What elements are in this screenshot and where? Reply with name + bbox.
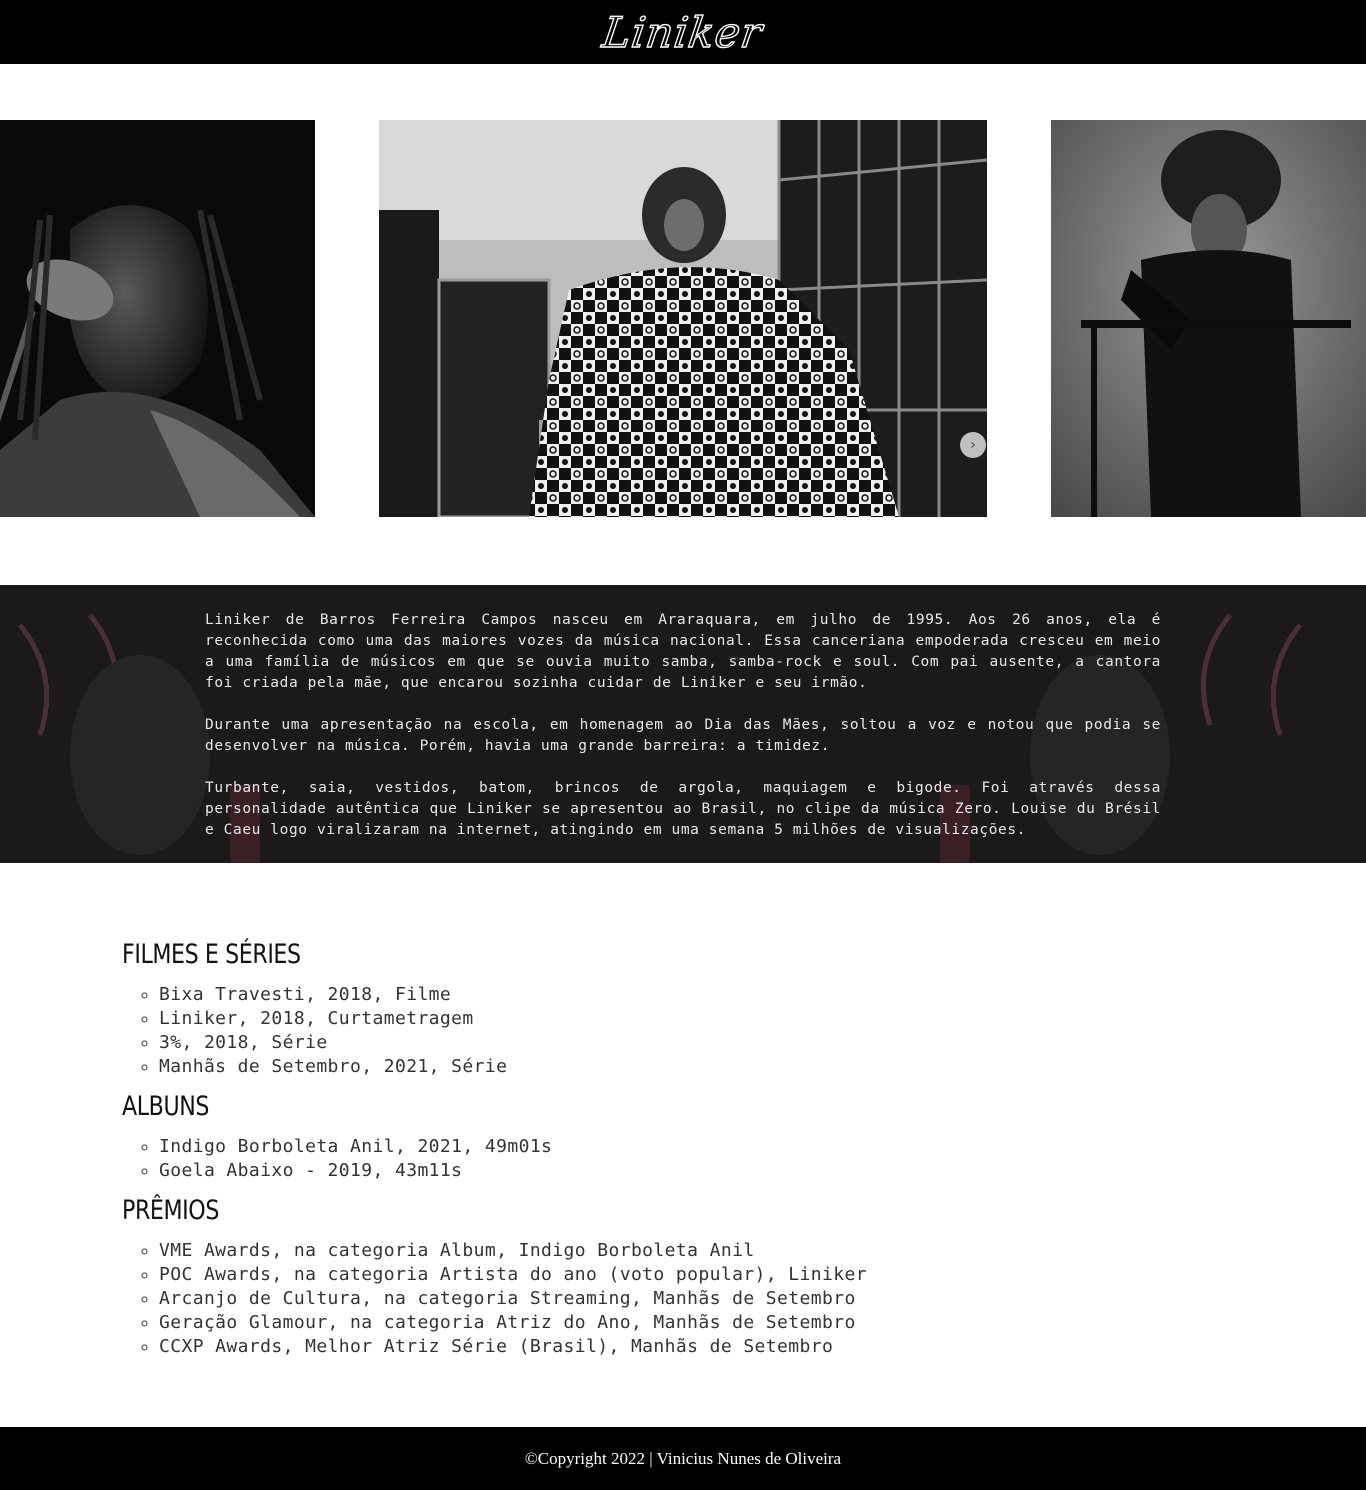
list-item: POC Awards, na categoria Artista do ano … <box>159 1263 1122 1287</box>
bio-paragraph: Durante uma apresentação na escola, em h… <box>205 717 1161 754</box>
copyright-text: ©Copyright 2022 | Vinicius Nunes de Oliv… <box>524 1448 842 1468</box>
carousel-next-icon[interactable]: › <box>960 432 986 458</box>
biography-section: Liniker de Barros Ferreira Campos nasceu… <box>0 585 1366 863</box>
list-item: Goela Abaixo - 2019, 43m11s <box>159 1159 1122 1183</box>
site-logo[interactable]: Liniker <box>599 7 766 57</box>
list-item: CCXP Awards, Melhor Atriz Série (Brasil)… <box>159 1335 1122 1359</box>
albuns-list: Indigo Borboleta Anil, 2021, 49m01s Goel… <box>159 1135 1122 1183</box>
bio-paragraph: Liniker de Barros Ferreira Campos nasceu… <box>205 612 1161 691</box>
list-item: Manhãs de Setembro, 2021, Série <box>159 1055 1122 1079</box>
premios-list: VME Awards, na categoria Album, Indigo B… <box>159 1239 1122 1359</box>
albuns-title: ALBUNS <box>122 1091 210 1122</box>
premios-title: PRÊMIOS <box>122 1195 219 1226</box>
site-footer: ©Copyright 2022 | Vinicius Nunes de Oliv… <box>0 1427 1366 1490</box>
bio-text: Liniker de Barros Ferreira Campos nasceu… <box>205 610 1161 841</box>
list-item: VME Awards, na categoria Album, Indigo B… <box>159 1239 1122 1263</box>
list-item: Arcanjo de Cultura, na categoria Streami… <box>159 1287 1122 1311</box>
gallery-photo-singer <box>0 120 315 517</box>
list-item: 3%, 2018, Série <box>159 1031 1122 1055</box>
list-item: Indigo Borboleta Anil, 2021, 49m01s <box>159 1135 1122 1159</box>
site-header: Liniker <box>0 0 1366 64</box>
list-item: Liniker, 2018, Curtametragem <box>159 1007 1122 1031</box>
works-section: FILMES E SÉRIES Bixa Travesti, 2018, Fil… <box>122 938 1122 1370</box>
list-item: Geração Glamour, na categoria Atriz do A… <box>159 1311 1122 1335</box>
filmes-list: Bixa Travesti, 2018, Filme Liniker, 2018… <box>159 983 1122 1079</box>
gallery-photo-portrait <box>1051 120 1366 517</box>
gallery-photo-backstage <box>379 120 987 517</box>
list-item: Bixa Travesti, 2018, Filme <box>159 983 1122 1007</box>
photo-gallery: › <box>0 120 1366 636</box>
filmes-title: FILMES E SÉRIES <box>122 939 301 970</box>
bio-paragraph: Turbante, saia, vestidos, batom, brincos… <box>205 780 1161 838</box>
